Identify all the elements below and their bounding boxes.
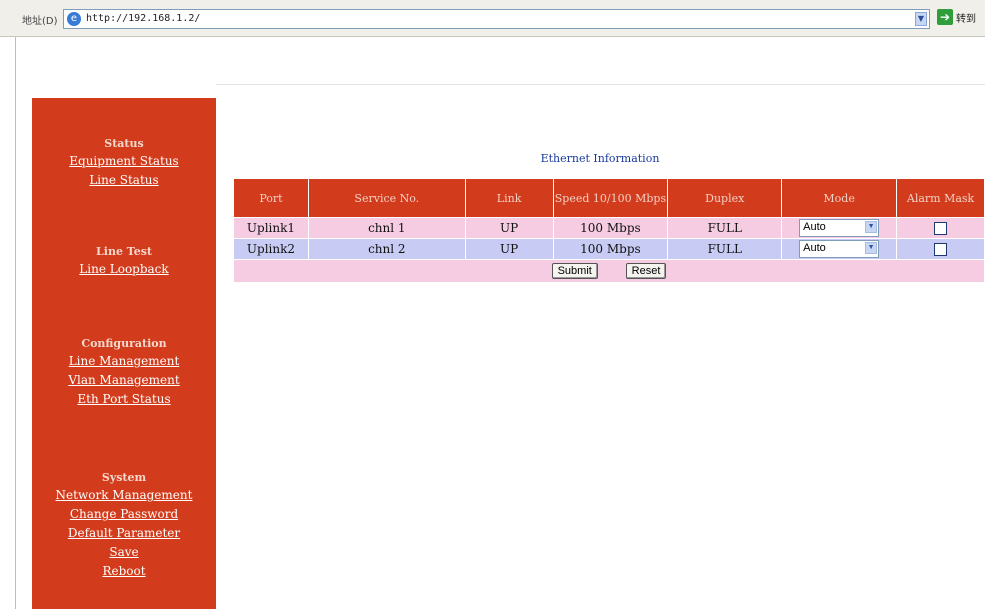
cell-service: chnl 1 (307, 217, 466, 239)
browser-address-bar: 地址(D) e http://192.168.1.2/ ▼ ➔ 转到 (0, 0, 985, 37)
sidebar-link-default-parameter[interactable]: Default Parameter (32, 524, 216, 543)
sidebar-link-save[interactable]: Save (32, 543, 216, 562)
window-left-border (15, 37, 16, 609)
cell-link: UP (464, 238, 554, 260)
column-header-port: Port (233, 178, 309, 218)
cell-port: Uplink2 (233, 238, 309, 260)
table-row: Uplink1 chnl 1 UP 100 Mbps FULL Auto ▼ (233, 217, 985, 239)
mode-select[interactable]: Auto ▼ (799, 240, 880, 258)
sidebar-link-line-loopback[interactable]: Line Loopback (32, 260, 216, 279)
sidebar-link-network-management[interactable]: Network Management (32, 486, 216, 505)
chevron-down-icon: ▼ (865, 221, 878, 233)
button-row: Submit Reset (233, 259, 985, 283)
cell-link: UP (464, 217, 554, 239)
cell-alarm-mask (896, 238, 985, 260)
sidebar-link-change-password[interactable]: Change Password (32, 505, 216, 524)
cell-port: Uplink1 (233, 217, 309, 239)
header-divider (216, 84, 985, 85)
sidebar-heading-line-test: Line Test (96, 245, 152, 258)
sidebar-link-equipment-status[interactable]: Equipment Status (32, 152, 216, 171)
cell-alarm-mask (896, 217, 985, 239)
address-label: 地址(D) (22, 16, 58, 27)
alarm-mask-checkbox[interactable] (934, 222, 948, 235)
mode-select-value: Auto (803, 221, 826, 233)
sidebar: Status Equipment Status Line Status Line… (32, 98, 216, 609)
cell-speed: 100 Mbps (552, 217, 669, 239)
column-header-mode: Mode (781, 178, 898, 218)
page-title: Ethernet Information (540, 152, 660, 165)
column-header-duplex: Duplex (667, 178, 783, 218)
column-header-link: Link (464, 178, 554, 218)
chevron-down-icon: ▼ (865, 242, 878, 254)
sidebar-heading-status: Status (104, 137, 144, 150)
button-cell: Submit Reset (233, 259, 985, 283)
sidebar-section-status: Status Equipment Status Line Status (32, 136, 216, 190)
mode-select-value: Auto (803, 242, 826, 254)
mode-select[interactable]: Auto ▼ (799, 219, 880, 237)
submit-button[interactable]: Submit (551, 263, 598, 279)
sidebar-section-system: System Network Management Change Passwor… (32, 470, 216, 581)
column-header-service-no: Service No. (307, 178, 466, 218)
go-arrow-icon: ➔ (937, 9, 953, 25)
cell-duplex: FULL (667, 238, 783, 260)
sidebar-link-vlan-management[interactable]: Vlan Management (32, 371, 216, 390)
url-text: http://192.168.1.2/ (86, 13, 201, 24)
sidebar-link-reboot[interactable]: Reboot (32, 562, 216, 581)
sidebar-section-configuration: Configuration Line Management Vlan Manag… (32, 336, 216, 409)
go-label: 转到 (956, 13, 976, 25)
go-button[interactable]: ➔ 转到 (937, 9, 985, 29)
column-header-speed: Speed 10/100 Mbps (552, 178, 669, 218)
table-header-row: Port Service No. Link Speed 10/100 Mbps … (233, 178, 985, 218)
reset-button[interactable]: Reset (625, 263, 667, 279)
cell-duplex: FULL (667, 217, 783, 239)
column-header-alarm-mask: Alarm Mask (896, 178, 985, 218)
sidebar-link-line-management[interactable]: Line Management (32, 352, 216, 371)
table-row: Uplink2 chnl 2 UP 100 Mbps FULL Auto ▼ (233, 238, 985, 260)
sidebar-heading-configuration: Configuration (81, 337, 167, 350)
sidebar-heading-system: System (101, 471, 147, 484)
cell-mode: Auto ▼ (781, 217, 898, 239)
cell-service: chnl 2 (307, 238, 466, 260)
ethernet-table: Port Service No. Link Speed 10/100 Mbps … (233, 178, 985, 283)
sidebar-link-eth-port-status[interactable]: Eth Port Status (32, 390, 216, 409)
sidebar-section-line-test: Line Test Line Loopback (32, 244, 216, 279)
alarm-mask-checkbox[interactable] (934, 243, 948, 256)
chevron-down-icon[interactable]: ▼ (915, 12, 927, 26)
url-input[interactable]: e http://192.168.1.2/ ▼ (63, 9, 930, 29)
sidebar-link-line-status[interactable]: Line Status (32, 171, 216, 190)
cell-speed: 100 Mbps (552, 238, 669, 260)
cell-mode: Auto ▼ (781, 238, 898, 260)
ie-page-icon: e (67, 12, 81, 26)
